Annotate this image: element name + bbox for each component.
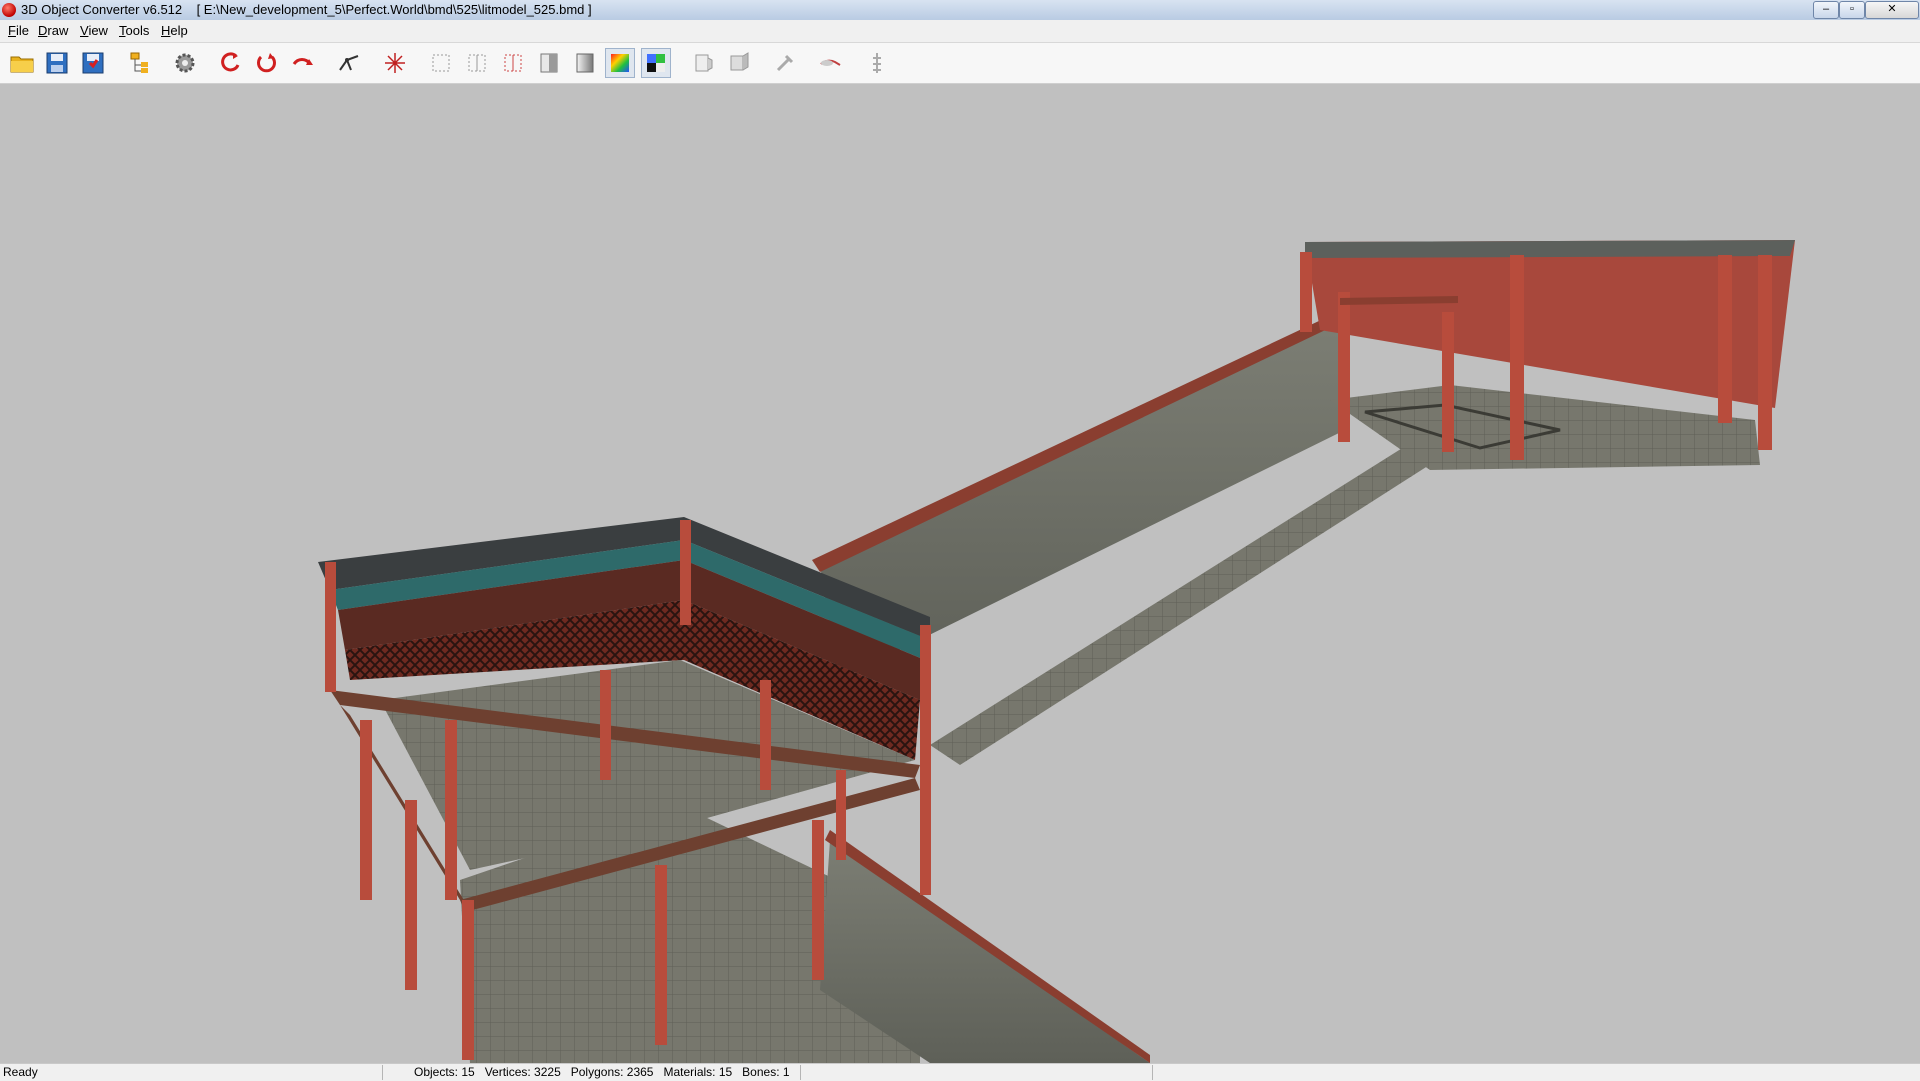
pillar: [360, 720, 372, 900]
pillar: [760, 680, 771, 790]
save-as-button[interactable]: [78, 48, 108, 78]
status-separator: [1152, 1065, 1153, 1080]
pillar: [600, 670, 611, 780]
menu-tools-label: Tools: [119, 23, 150, 38]
settings-button[interactable]: [170, 48, 200, 78]
texture-mode-button[interactable]: [641, 48, 671, 78]
pillar: [812, 820, 824, 980]
smooth-shade-button[interactable]: [570, 48, 600, 78]
maximize-icon: ▫: [1850, 3, 1854, 15]
rotate-x-button[interactable]: [216, 48, 246, 78]
pillar: [462, 900, 474, 1060]
vertices-icon: [339, 55, 359, 71]
view-top-button[interactable]: [498, 48, 528, 78]
far-pillar: [1510, 255, 1524, 460]
rotate-y-button[interactable]: [252, 48, 282, 78]
model-render: [318, 240, 1795, 1063]
status-separator: [800, 1065, 801, 1080]
settings-gear-icon: [175, 53, 195, 73]
view-side-button[interactable]: [462, 48, 492, 78]
status-bar: Ready Objects: 15 Vertices: 3225 Polygon…: [0, 1063, 1920, 1081]
object-tree-button[interactable]: [124, 48, 154, 78]
rotate-z-button[interactable]: [288, 48, 318, 78]
rotate-z-icon: [292, 58, 313, 65]
pillar: [920, 625, 931, 895]
far-pillar: [1338, 292, 1350, 442]
light-side-button[interactable]: [724, 48, 754, 78]
flat-shade-button[interactable]: [534, 48, 564, 78]
smooth-shade-icon: [576, 53, 594, 73]
rotate-x-icon: [221, 52, 240, 72]
toolbar: [0, 43, 1920, 84]
status-model-stats: Objects: 15 Vertices: 3225 Polygons: 236…: [414, 1065, 790, 1079]
pillar: [680, 520, 691, 625]
light-front-button[interactable]: [688, 48, 718, 78]
far-pillar: [1300, 252, 1312, 332]
pillar: [405, 800, 417, 990]
vertices-button[interactable]: [334, 48, 364, 78]
flat-shade-icon: [540, 53, 558, 73]
menu-file[interactable]: File: [8, 23, 29, 38]
menu-view[interactable]: View: [80, 23, 108, 38]
light-front-icon: [695, 54, 713, 72]
color-mode-button[interactable]: [605, 48, 635, 78]
hand-icon: [820, 59, 841, 66]
save-as-icon: [82, 52, 104, 74]
minimize-button[interactable]: –: [1813, 1, 1839, 19]
bones-icon: [873, 53, 881, 73]
menu-file-label: File: [8, 23, 29, 38]
title-bar: 3D Object Converter v6.512 [ E:\New_deve…: [0, 0, 1920, 21]
rotate-y-icon: [257, 53, 276, 73]
far-pillar: [1758, 255, 1772, 450]
bones-button[interactable]: [862, 48, 892, 78]
center-button[interactable]: [380, 48, 410, 78]
pillar: [655, 865, 667, 1045]
pillar: [445, 720, 457, 900]
object-tree-icon: [130, 52, 148, 73]
view-front-button[interactable]: [426, 48, 456, 78]
close-button[interactable]: ✕: [1865, 1, 1919, 19]
menu-help[interactable]: Help: [161, 23, 188, 38]
window-title: 3D Object Converter v6.512 [ E:\New_deve…: [21, 2, 592, 17]
view-side-icon: [468, 54, 486, 72]
menu-view-label: View: [80, 23, 108, 38]
save-icon: [46, 52, 68, 74]
menu-tools[interactable]: Tools: [119, 23, 149, 38]
view-front-icon: [432, 54, 450, 72]
app-icon: [2, 3, 16, 17]
save-button[interactable]: [42, 48, 72, 78]
status-separator: [382, 1065, 383, 1080]
open-button[interactable]: [7, 48, 37, 78]
maximize-button[interactable]: ▫: [1839, 1, 1865, 19]
menu-draw-label: Draw: [38, 23, 69, 38]
hand-button[interactable]: [816, 48, 846, 78]
menu-draw[interactable]: Draw: [38, 23, 68, 38]
color-mode-icon: [611, 54, 629, 72]
view-top-icon: [504, 54, 522, 72]
open-folder-icon: [10, 56, 34, 73]
status-ready: Ready: [3, 1065, 38, 1079]
pillar: [836, 770, 846, 860]
texture-mode-icon: [647, 54, 665, 72]
close-icon: ✕: [1887, 3, 1897, 15]
light-side-icon: [730, 52, 749, 71]
3d-viewport[interactable]: [0, 84, 1920, 1063]
minimize-icon: –: [1822, 3, 1830, 15]
tool-icon: [776, 54, 794, 72]
center-icon: [385, 53, 405, 73]
tool-button[interactable]: [770, 48, 800, 78]
pillar: [325, 562, 336, 692]
menu-bar: File Draw View Tools Help: [0, 20, 1920, 43]
menu-help-label: Help: [161, 23, 188, 38]
far-pillar: [1442, 312, 1454, 452]
far-pillar: [1718, 255, 1732, 423]
